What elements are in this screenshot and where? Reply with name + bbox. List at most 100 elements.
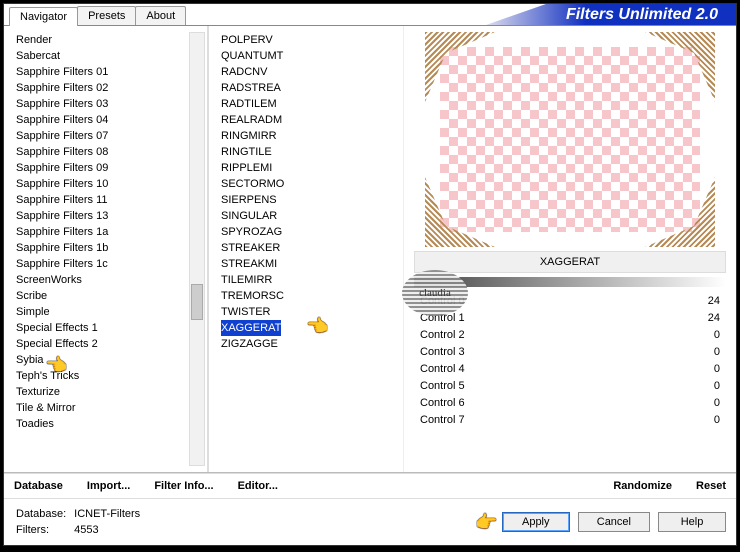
list-item[interactable]: Sapphire Filters 1c bbox=[12, 256, 207, 272]
list-item[interactable]: Sapphire Filters 1b bbox=[12, 240, 207, 256]
list-item[interactable]: SPYROZAG bbox=[217, 224, 395, 240]
list-item[interactable]: TILEMIRR bbox=[217, 272, 395, 288]
control-label: Control 3 bbox=[420, 345, 465, 360]
filter-list[interactable]: POLPERVQUANTUMTRADCNVRADSTREARADTILEMREA… bbox=[217, 32, 395, 352]
control-value: 24 bbox=[708, 311, 720, 326]
editor-button[interactable]: Editor... bbox=[238, 480, 278, 492]
control-value: 0 bbox=[714, 379, 720, 394]
cancel-button[interactable]: Cancel bbox=[578, 512, 650, 532]
list-item[interactable]: Sapphire Filters 04 bbox=[12, 112, 207, 128]
list-item[interactable]: SECTORMO bbox=[217, 176, 395, 192]
list-item[interactable]: Sybia bbox=[12, 352, 207, 368]
list-item[interactable]: TREMORSC bbox=[217, 288, 395, 304]
list-item[interactable]: Special Effects 1 bbox=[12, 320, 207, 336]
tab-navigator[interactable]: Navigator bbox=[9, 7, 78, 26]
list-item[interactable]: Render bbox=[12, 32, 207, 48]
scrollbar-thumb[interactable] bbox=[191, 284, 203, 320]
list-item[interactable]: RINGTILE bbox=[217, 144, 395, 160]
list-item[interactable]: Sapphire Filters 09 bbox=[12, 160, 207, 176]
control-value: 0 bbox=[714, 362, 720, 377]
titlebar: Navigator Presets About Filters Unlimite… bbox=[4, 4, 736, 26]
list-item[interactable]: TWISTER bbox=[217, 304, 395, 320]
control-label: Control 2 bbox=[420, 328, 465, 343]
apply-button[interactable]: Apply bbox=[502, 512, 570, 532]
list-item[interactable]: STREAKMI bbox=[217, 256, 395, 272]
list-item[interactable]: Sapphire Filters 1a bbox=[12, 224, 207, 240]
control-row[interactable]: Control 5 0 bbox=[414, 378, 726, 395]
list-item[interactable]: Sapphire Filters 11 bbox=[12, 192, 207, 208]
category-list[interactable]: RenderSabercatSapphire Filters 01Sapphir… bbox=[12, 32, 207, 432]
control-row[interactable]: Control 1 24 bbox=[414, 310, 726, 327]
filter-list-pane: POLPERVQUANTUMTRADCNVRADSTREARADTILEMREA… bbox=[209, 26, 404, 472]
list-item[interactable]: Sapphire Filters 03 bbox=[12, 96, 207, 112]
controls-list: Control 024Control 124Control 20Control … bbox=[414, 293, 726, 429]
footer: Database: ICNET-Filters Filters: 4553 👉 … bbox=[4, 499, 736, 545]
control-label: Control 0 bbox=[420, 294, 465, 309]
list-item[interactable]: RADCNV bbox=[217, 64, 395, 80]
control-label: Control 5 bbox=[420, 379, 465, 394]
db-value: ICNET-Filters bbox=[74, 507, 140, 521]
list-item[interactable]: RIPPLEMI bbox=[217, 160, 395, 176]
filters-count-value: 4553 bbox=[74, 523, 140, 537]
database-button[interactable]: Database bbox=[14, 480, 63, 492]
list-item[interactable]: SINGULAR bbox=[217, 208, 395, 224]
control-row[interactable]: Control 2 0 bbox=[414, 327, 726, 344]
stats-table: Database: ICNET-Filters Filters: 4553 bbox=[14, 505, 142, 539]
preview-pane: XAGGERAT Control 024Control 124Control 2… bbox=[404, 26, 736, 472]
list-item[interactable]: RADSTREA bbox=[217, 80, 395, 96]
control-value: 24 bbox=[708, 294, 720, 309]
list-item[interactable]: RINGMIRR bbox=[217, 128, 395, 144]
app-title: Filters Unlimited 2.0 bbox=[486, 4, 736, 25]
list-item[interactable]: Special Effects 2 bbox=[12, 336, 207, 352]
list-item[interactable]: STREAKER bbox=[217, 240, 395, 256]
list-item[interactable]: SIERPENS bbox=[217, 192, 395, 208]
control-row[interactable]: Control 0 24 bbox=[414, 293, 726, 310]
list-item[interactable]: Teph's Tricks bbox=[12, 368, 207, 384]
control-row[interactable]: Control 6 0 bbox=[414, 395, 726, 412]
category-scrollbar[interactable] bbox=[189, 32, 205, 466]
list-item[interactable]: Sapphire Filters 08 bbox=[12, 144, 207, 160]
control-value: 0 bbox=[714, 396, 720, 411]
tab-about[interactable]: About bbox=[135, 6, 186, 25]
list-item[interactable]: XAGGERAT bbox=[217, 320, 395, 336]
list-item[interactable]: RADTILEM bbox=[217, 96, 395, 112]
list-item[interactable]: POLPERV bbox=[217, 32, 395, 48]
control-label: Control 1 bbox=[420, 311, 465, 326]
tab-presets[interactable]: Presets bbox=[77, 6, 136, 25]
toolbar: Database Import... Filter Info... Editor… bbox=[4, 473, 736, 499]
tab-strip: Navigator Presets About bbox=[4, 4, 186, 25]
list-item[interactable]: ScreenWorks bbox=[12, 272, 207, 288]
list-item[interactable]: Sapphire Filters 07 bbox=[12, 128, 207, 144]
list-item[interactable]: Simple bbox=[12, 304, 207, 320]
preview-image bbox=[425, 32, 715, 247]
control-label: Control 7 bbox=[420, 413, 465, 428]
list-item[interactable]: REALRADM bbox=[217, 112, 395, 128]
list-item[interactable]: Sapphire Filters 13 bbox=[12, 208, 207, 224]
help-button[interactable]: Help bbox=[658, 512, 726, 532]
list-item[interactable]: Texturize bbox=[12, 384, 207, 400]
control-row[interactable]: Control 30 bbox=[414, 344, 726, 361]
list-item[interactable]: ZIGZAGGE bbox=[217, 336, 395, 352]
randomize-button[interactable]: Randomize bbox=[613, 480, 672, 492]
list-item[interactable]: Scribe bbox=[12, 288, 207, 304]
control-row[interactable]: Control 40 bbox=[414, 361, 726, 378]
list-item[interactable]: Sapphire Filters 01 bbox=[12, 64, 207, 80]
list-item[interactable]: Sapphire Filters 02 bbox=[12, 80, 207, 96]
filter-info-button[interactable]: Filter Info... bbox=[154, 480, 213, 492]
control-label: Control 6 bbox=[420, 396, 465, 411]
category-list-pane: RenderSabercatSapphire Filters 01Sapphir… bbox=[4, 26, 209, 472]
control-row[interactable]: Control 70 bbox=[414, 412, 726, 429]
db-label: Database: bbox=[16, 507, 72, 521]
list-item[interactable]: Toadies bbox=[12, 416, 207, 432]
pointer-icon: 👉 bbox=[475, 512, 497, 533]
gradient-strip bbox=[414, 277, 726, 287]
list-item[interactable]: Sabercat bbox=[12, 48, 207, 64]
filters-unlimited-window: Navigator Presets About Filters Unlimite… bbox=[3, 3, 737, 546]
list-item[interactable]: Tile & Mirror bbox=[12, 400, 207, 416]
import-button[interactable]: Import... bbox=[87, 480, 130, 492]
list-item[interactable]: QUANTUMT bbox=[217, 48, 395, 64]
list-item[interactable]: Sapphire Filters 10 bbox=[12, 176, 207, 192]
filters-count-label: Filters: bbox=[16, 523, 72, 537]
reset-button[interactable]: Reset bbox=[696, 480, 726, 492]
control-value: 0 bbox=[714, 328, 720, 343]
